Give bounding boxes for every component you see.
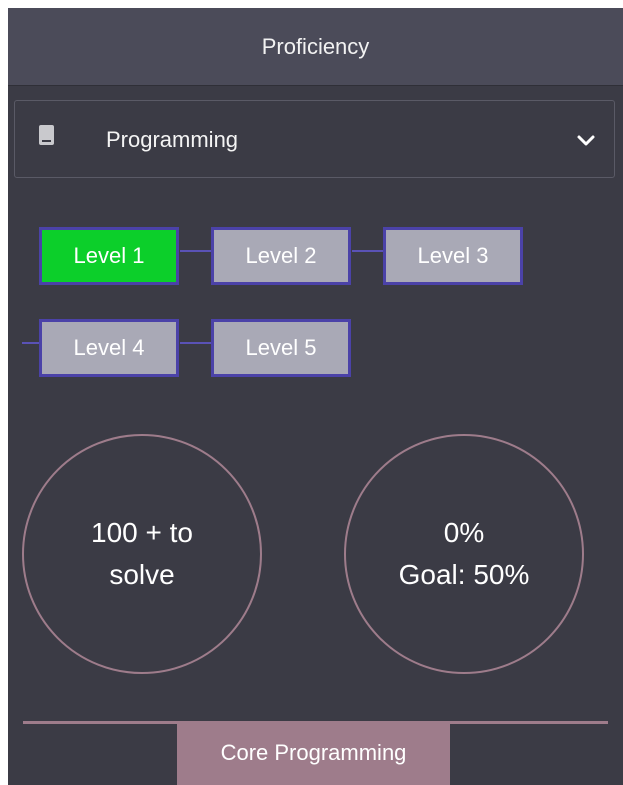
to-solve-line2: solve [109,559,175,590]
level-label: Level 1 [73,243,145,268]
level-connector [352,250,384,252]
to-solve-line1: 100 + to [91,517,193,548]
progress-circle: 0% Goal: 50% [344,434,584,674]
level-connector [180,250,212,252]
level-3-button[interactable]: Level 3 [383,227,523,285]
level-label: Level 3 [417,243,489,268]
level-label: Level 4 [73,335,145,360]
level-connector [22,342,40,344]
level-connector [180,342,212,344]
footer-tab-label: Core Programming [220,740,407,765]
to-solve-circle: 100 + to solve [22,434,262,674]
level-label: Level 5 [245,335,317,360]
core-programming-tab[interactable]: Core Programming [177,721,450,785]
level-label: Level 2 [245,243,317,268]
progress-percent: 0% [443,517,485,548]
level-2-button[interactable]: Level 2 [211,227,351,285]
level-5-button[interactable]: Level 5 [211,319,351,377]
level-4-button[interactable]: Level 4 [39,319,179,377]
level-track: Level 1 Level 2 Level 3 Level 4 Level 5 [8,8,623,408]
proficiency-panel: Proficiency Programming Level 1 Level 2 … [8,8,623,785]
progress-goal: Goal: 50% [398,559,530,590]
level-1-button[interactable]: Level 1 [39,227,179,285]
